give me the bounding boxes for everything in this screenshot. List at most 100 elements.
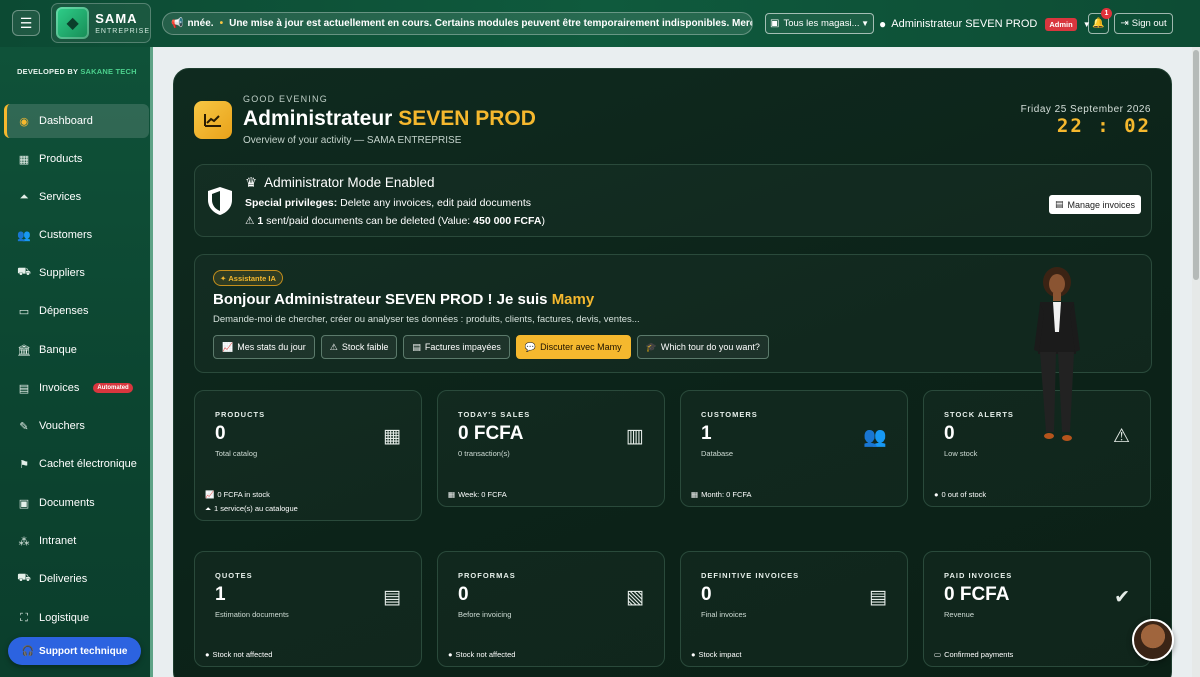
clock-icon: ● (934, 490, 939, 499)
ticker-prefix: nnée. (187, 18, 214, 29)
ai-title: Bonjour Administrateur SEVEN PROD ! Je s… (213, 291, 594, 308)
sign-out-button[interactable]: ⇥ Sign out (1114, 13, 1173, 34)
menu-toggle-button[interactable]: ☰ (12, 10, 40, 36)
notification-count-badge: 1 (1101, 8, 1112, 19)
sign-out-label: Sign out (1131, 18, 1167, 29)
store-select[interactable]: ▣ Tous les magasi... ▼ (765, 13, 874, 34)
manage-invoices-button[interactable]: ▤ Manage invoices (1048, 195, 1141, 214)
sidebar-item-label: Vouchers (39, 420, 85, 432)
logo-title: SAMA (95, 10, 138, 26)
deletable-text: sent/paid documents can be deleted (Valu… (266, 215, 471, 227)
app-logo[interactable]: ◆ SAMA ENTREPRISE (51, 3, 151, 43)
scrollbar-thumb[interactable] (1193, 50, 1199, 280)
sidebar-item-products[interactable]: ▦ Products (4, 142, 149, 176)
manage-invoices-label: Manage invoices (1067, 199, 1135, 210)
title-accent: SEVEN PROD (398, 107, 536, 130)
my-daily-stats-button[interactable]: 📈 Mes stats du jour (213, 335, 315, 359)
stamp-icon: ⚑ (19, 458, 29, 471)
support-button[interactable]: 🎧 Support technique (8, 637, 141, 665)
sidebar-item-documents[interactable]: ▣ Documents (4, 486, 149, 520)
sidebar-item-intranet[interactable]: ⁂ Intranet (4, 524, 149, 558)
stat-sub: Before invoicing (458, 610, 512, 619)
stat-footer-text: Confirmed payments (944, 650, 1014, 659)
cube-logo-icon: ◆ (56, 7, 90, 39)
warning-icon: ⚠ (245, 215, 255, 227)
headset-icon: 🎧 (21, 645, 35, 657)
doc-card-proformas[interactable]: PROFORMAS 0 Before invoicing ▧ ● Stock no… (437, 551, 665, 667)
stat-value: 0 (701, 584, 712, 605)
stat-value: 0 FCFA (458, 423, 524, 444)
logo-subtitle: ENTREPRISE (95, 27, 150, 35)
doc-card-definitive-invoices[interactable]: DEFINITIVE INVOICES 0 Final invoices ▤ ●… (680, 551, 908, 667)
user-menu[interactable]: ● Administrateur SEVEN PROD Admin ▼ (879, 16, 1091, 32)
role-badge: Admin (1045, 17, 1077, 31)
page-title: Administrateur SEVEN PROD (243, 107, 536, 131)
notifications-button[interactable]: 🔔 1 (1088, 8, 1112, 34)
file-lines-icon: ▤ (869, 587, 887, 608)
sidebar-item-customers[interactable]: 👥 Customers (4, 218, 149, 252)
sidebar-item-label: Products (39, 153, 83, 165)
stat-footer: 📈 0 FCFA in stock (205, 490, 270, 499)
sidebar-item-label: Services (39, 191, 82, 203)
concierge-icon: ⏶ (205, 504, 211, 513)
store-select-value: Tous les magasi... (783, 18, 860, 29)
money-icon: ▭ (18, 305, 30, 318)
sidebar-item-suppliers[interactable]: ⛟ Suppliers (4, 256, 149, 290)
doc-card-quotes[interactable]: QUOTES 1 Estimation documents ▤ ● Stock n… (194, 551, 422, 667)
sidebar-item-label: Cachet électronique (39, 458, 137, 470)
calendar-icon: ▦ (691, 490, 699, 499)
assistant-chat-avatar[interactable] (1132, 619, 1174, 661)
sidebar-item-services[interactable]: ⏶ Services (4, 180, 149, 214)
sidebar-item-invoices[interactable]: ▤ Invoices Automated (4, 371, 149, 405)
stat-footer-text: Stock not affected (212, 650, 273, 659)
low-stock-button[interactable]: ⚠ Stock faible (320, 335, 398, 359)
voucher-icon: ✎ (19, 420, 29, 433)
invoice-icon: ▤ (412, 341, 421, 352)
developed-by-label: DEVELOPED BY (17, 67, 79, 76)
developer-name: SAKANE TECH (80, 67, 137, 76)
network-icon: ⁂ (18, 535, 30, 548)
developed-by: DEVELOPED BY SAKANE TECH (17, 67, 137, 76)
deletable-value: 450 000 FCFA (473, 215, 542, 227)
chat-with-mamy-button[interactable]: 💬 Discuter avec Mamy (515, 335, 631, 359)
stat-label: STOCK ALERTS (944, 410, 1014, 419)
sidebar-item-depenses[interactable]: ▭ Dépenses (4, 294, 149, 328)
ticker-dot-icon: • (219, 18, 224, 29)
user-name: Administrateur SEVEN PROD (891, 18, 1038, 30)
stat-footer: ● Stock impact (691, 650, 741, 659)
privileges-label: Special privileges: (245, 197, 338, 209)
crown-icon: ♛ (245, 175, 258, 190)
stat-card-todays-sales[interactable]: TODAY'S SALES 0 FCFA 0 transaction(s) ▥ … (437, 390, 665, 507)
box-icon: ▦ (18, 153, 30, 166)
button-label: Discuter avec Mamy (540, 342, 622, 352)
support-label: Support technique (39, 645, 128, 657)
stat-sub: Low stock (944, 449, 978, 458)
ai-badge: ✦ Assistante IA (213, 270, 283, 286)
tour-button[interactable]: 🎓 Which tour do you want? (636, 335, 769, 359)
doc-card-paid-invoices[interactable]: PAID INVOICES 0 FCFA Revenue ✔ ▭ Confirme… (923, 551, 1151, 667)
sidebar-item-cachet[interactable]: ⚑ Cachet électronique (4, 447, 149, 481)
stat-card-customers[interactable]: CUSTOMERS 1 Database 👥 ▦ Month: 0 FCFA (680, 390, 908, 507)
unpaid-invoices-button[interactable]: ▤ Factures impayées (403, 335, 510, 359)
stat-value: 0 FCFA (944, 584, 1010, 605)
stat-card-products[interactable]: PRODUCTS 0 Total catalog ▦ 📈 0 FCFA in st… (194, 390, 422, 521)
chart-line-icon (194, 101, 232, 139)
stat-label: PRODUCTS (215, 410, 266, 419)
document-icon: ▤ (383, 587, 401, 608)
sidebar-item-dashboard[interactable]: ◉ Dashboard (4, 104, 149, 138)
sidebar-item-banque[interactable]: 🏛 Banque (4, 333, 149, 367)
ticker-text: Une mise à jour est actuellement en cour… (229, 18, 753, 29)
deletable-close: ) (541, 215, 545, 227)
sidebar-item-vouchers[interactable]: ✎ Vouchers (4, 409, 149, 443)
stat-sub: Revenue (944, 610, 975, 619)
sidebar-item-label: Documents (39, 497, 95, 509)
sidebar-item-logistique[interactable]: ⛶ Logistique (4, 601, 149, 635)
stat-sub: 0 transaction(s) (458, 449, 510, 458)
check-circle-icon: ✔ (1114, 587, 1130, 608)
stat-footer: ▦ Week: 0 FCFA (448, 490, 507, 499)
sidebar-item-deliveries[interactable]: ⛟ Deliveries (4, 562, 149, 596)
overview-text: Overview of your activity — SAMA ENTREPR… (243, 135, 462, 146)
file-invoice-icon: ▧ (626, 587, 644, 608)
button-label: Mes stats du jour (237, 342, 306, 352)
button-label: Stock faible (341, 342, 389, 352)
